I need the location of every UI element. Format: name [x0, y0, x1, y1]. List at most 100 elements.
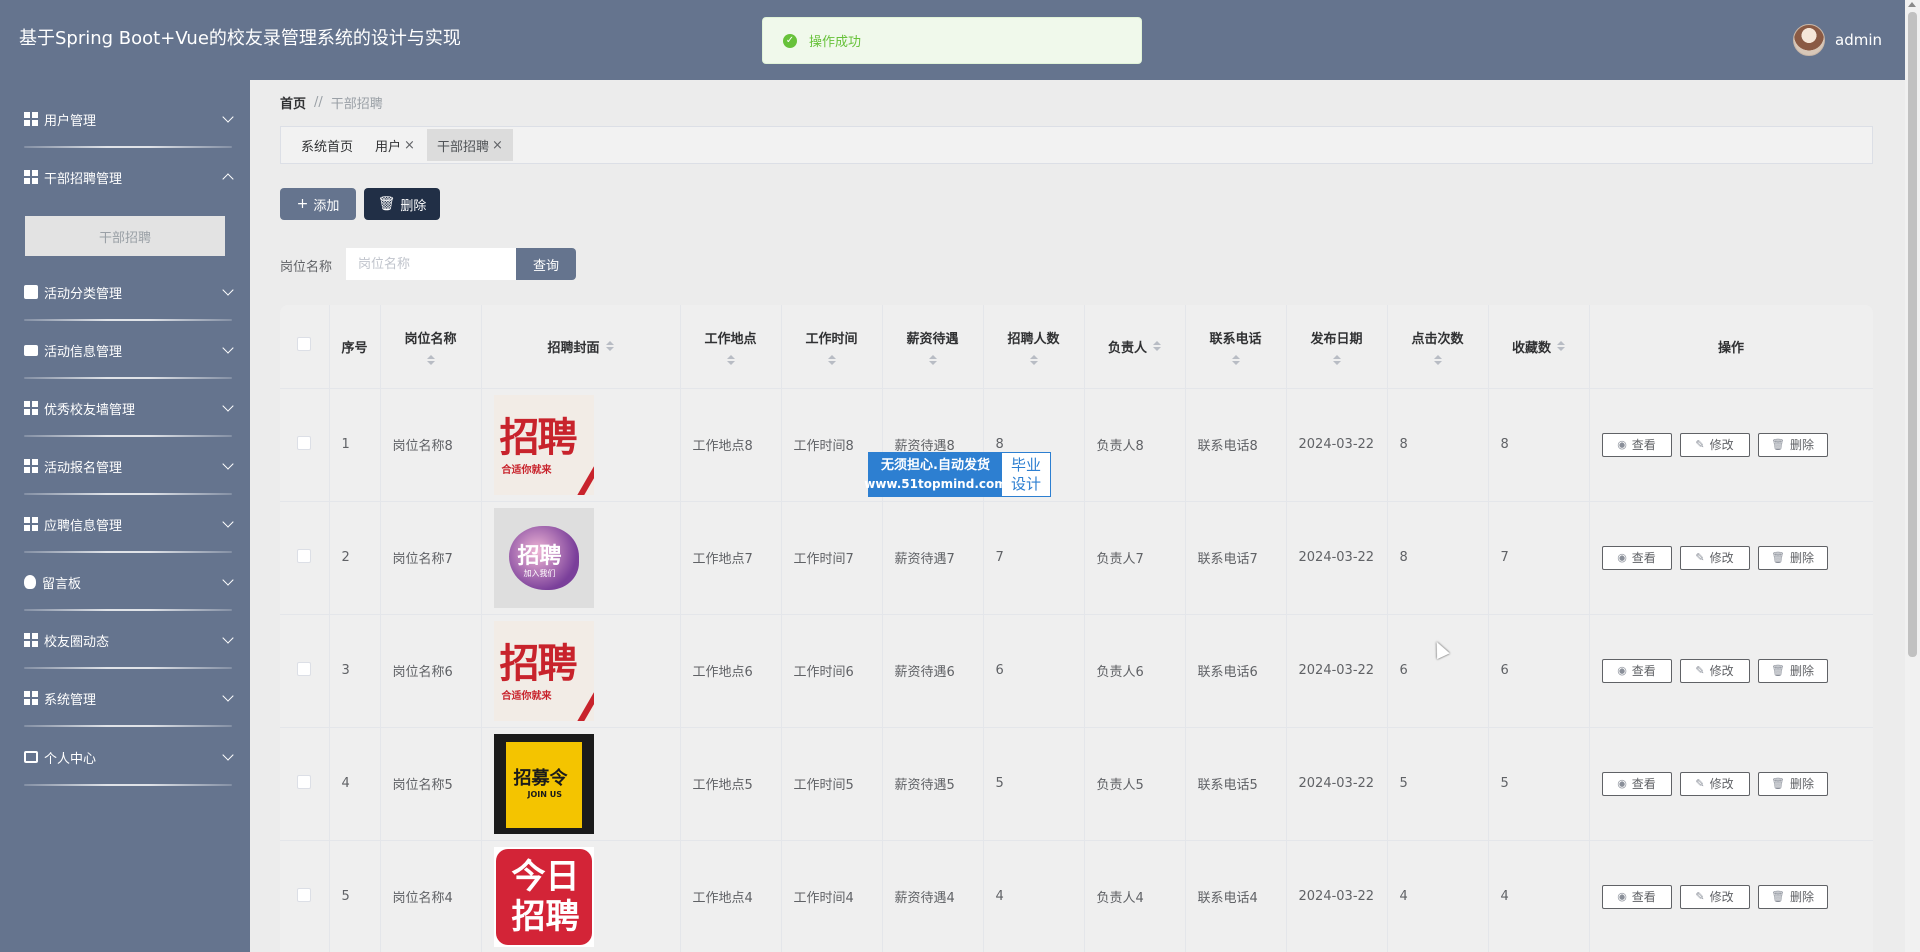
- row-delete-button[interactable]: 🗑 删除: [1757, 545, 1828, 570]
- tab-home[interactable]: 系统首页: [291, 129, 363, 161]
- view-button[interactable]: ◉ 查看: [1601, 771, 1672, 796]
- view-button[interactable]: ◉ 查看: [1601, 545, 1672, 570]
- cover-image[interactable]: 招募令 JOIN US: [493, 733, 594, 834]
- card-icon: [24, 751, 38, 763]
- sidebar-item-activity-info[interactable]: 活动信息管理: [0, 321, 250, 379]
- view-button[interactable]: ◉ 查看: [1601, 658, 1672, 683]
- sort-icon[interactable]: [605, 341, 614, 352]
- chevron-down-icon: [222, 690, 234, 702]
- col-position[interactable]: 岗位名称: [380, 305, 482, 389]
- cover-image[interactable]: 招聘 合适你就来: [493, 394, 594, 495]
- edit-button[interactable]: ✎ 修改: [1679, 545, 1750, 570]
- sidebar-item-alumni-feed[interactable]: 校友圈动态: [0, 611, 250, 669]
- edit-button[interactable]: ✎ 修改: [1679, 771, 1750, 796]
- col-salary[interactable]: 薪资待遇: [882, 305, 984, 389]
- view-button[interactable]: ◉ 查看: [1601, 884, 1672, 909]
- cell-phone: 联系电话5: [1185, 727, 1287, 841]
- view-label: 查看: [1631, 551, 1656, 565]
- close-icon[interactable]: ×: [492, 138, 503, 153]
- cell-location: 工作地点5: [680, 727, 782, 841]
- scroll-up-icon[interactable]: [1908, 2, 1916, 7]
- close-icon[interactable]: ×: [404, 138, 415, 153]
- delete-button[interactable]: 🗑 删除: [364, 188, 440, 220]
- breadcrumb-home[interactable]: 首页: [280, 93, 306, 112]
- sidebar-item-recruit-management[interactable]: 干部招聘管理: [0, 148, 250, 206]
- sort-icon[interactable]: [1332, 354, 1341, 365]
- sort-icon[interactable]: [928, 354, 937, 365]
- cell-salary: 薪资待遇7: [882, 501, 984, 615]
- cell-index: 1: [329, 388, 381, 502]
- col-label: 收藏数: [1511, 340, 1551, 356]
- col-index: 序号: [329, 305, 381, 389]
- sort-icon[interactable]: [426, 354, 435, 365]
- edit-button[interactable]: ✎ 修改: [1679, 432, 1750, 457]
- row-delete-button[interactable]: 🗑 删除: [1757, 771, 1828, 796]
- cell-phone: 联系电话8: [1185, 388, 1287, 502]
- col-label: 招聘封面: [547, 340, 600, 356]
- col-clicks[interactable]: 点击次数: [1387, 305, 1489, 389]
- row-delete-button[interactable]: 🗑 删除: [1757, 658, 1828, 683]
- cell-date: 2024-03-22: [1286, 840, 1388, 952]
- col-date[interactable]: 发布日期: [1286, 305, 1388, 389]
- sort-icon[interactable]: [1433, 354, 1442, 365]
- page-scrollbar[interactable]: [1905, 0, 1920, 952]
- sort-icon[interactable]: [827, 354, 836, 365]
- search-input[interactable]: [346, 248, 516, 280]
- sidebar-item-activity-signup[interactable]: 活动报名管理: [0, 437, 250, 495]
- tab-label: 用户: [375, 139, 402, 155]
- sidebar-item-activity-category[interactable]: 活动分类管理: [0, 263, 250, 321]
- sidebar-item-message-board[interactable]: 留言板: [0, 553, 250, 611]
- select-all-checkbox[interactable]: [297, 337, 312, 352]
- scrollbar-thumb[interactable]: [1908, 12, 1917, 657]
- sidebar-item-system-management[interactable]: 系统管理: [0, 669, 250, 727]
- row-checkbox[interactable]: [297, 661, 312, 676]
- view-button[interactable]: ◉ 查看: [1601, 432, 1672, 457]
- row-checkbox[interactable]: [297, 887, 312, 902]
- sidebar-item-application-info[interactable]: 应聘信息管理: [0, 495, 250, 553]
- tab-label: 干部招聘: [436, 139, 489, 155]
- row-delete-button[interactable]: 🗑 删除: [1757, 884, 1828, 909]
- chevron-down-icon: [222, 458, 234, 470]
- delete-button-label: 删除: [400, 198, 427, 214]
- col-cover[interactable]: 招聘封面: [481, 305, 681, 389]
- cover-image[interactable]: 招聘 加入我们: [493, 507, 594, 608]
- cover-image[interactable]: 招聘 合适你就来: [493, 620, 594, 721]
- tab-recruit[interactable]: 干部招聘 ×: [426, 129, 513, 161]
- delete-label: 删除: [1789, 777, 1814, 791]
- col-time[interactable]: 工作时间: [781, 305, 883, 389]
- cover-title: 招聘: [499, 640, 578, 687]
- col-count[interactable]: 招聘人数: [983, 305, 1085, 389]
- row-checkbox[interactable]: [297, 548, 312, 563]
- sidebar-item-personal-center[interactable]: 个人中心: [0, 728, 250, 786]
- sort-icon[interactable]: [1029, 354, 1038, 365]
- sort-icon[interactable]: [1153, 341, 1161, 352]
- search-button[interactable]: 查询: [516, 248, 576, 280]
- row-checkbox[interactable]: [297, 435, 312, 450]
- tab-user[interactable]: 用户 ×: [365, 129, 425, 161]
- submenu-item-recruit[interactable]: 干部招聘: [25, 216, 225, 256]
- row-delete-button[interactable]: 🗑 删除: [1757, 432, 1828, 457]
- cover-title: 招募令: [513, 767, 568, 789]
- col-favorites[interactable]: 收藏数: [1488, 305, 1590, 389]
- col-actions: 操作: [1589, 305, 1873, 389]
- username[interactable]: admin: [1835, 31, 1882, 49]
- row-checkbox[interactable]: [297, 774, 312, 789]
- col-phone[interactable]: 联系电话: [1185, 305, 1287, 389]
- view-label: 查看: [1631, 890, 1656, 904]
- cover-image[interactable]: 今日招聘: [493, 846, 594, 947]
- col-manager[interactable]: 负责人: [1084, 305, 1186, 389]
- sidebar-item-user-management[interactable]: 用户管理: [0, 90, 250, 148]
- cell-location: 工作地点4: [680, 840, 782, 952]
- edit-button[interactable]: ✎ 修改: [1679, 658, 1750, 683]
- sidebar-item-label: 干部招聘管理: [44, 171, 123, 187]
- avatar[interactable]: [1793, 24, 1825, 56]
- edit-button[interactable]: ✎ 修改: [1679, 884, 1750, 909]
- cell-date: 2024-03-22: [1286, 727, 1388, 841]
- sort-icon[interactable]: [1557, 341, 1565, 352]
- col-location[interactable]: 工作地点: [680, 305, 782, 389]
- sort-icon[interactable]: [726, 354, 735, 365]
- add-button[interactable]: + 添加: [280, 188, 356, 220]
- sidebar-item-alumni-wall[interactable]: 优秀校友墙管理: [0, 379, 250, 437]
- sort-icon[interactable]: [1231, 354, 1240, 365]
- user-menu[interactable]: admin: [1793, 22, 1882, 58]
